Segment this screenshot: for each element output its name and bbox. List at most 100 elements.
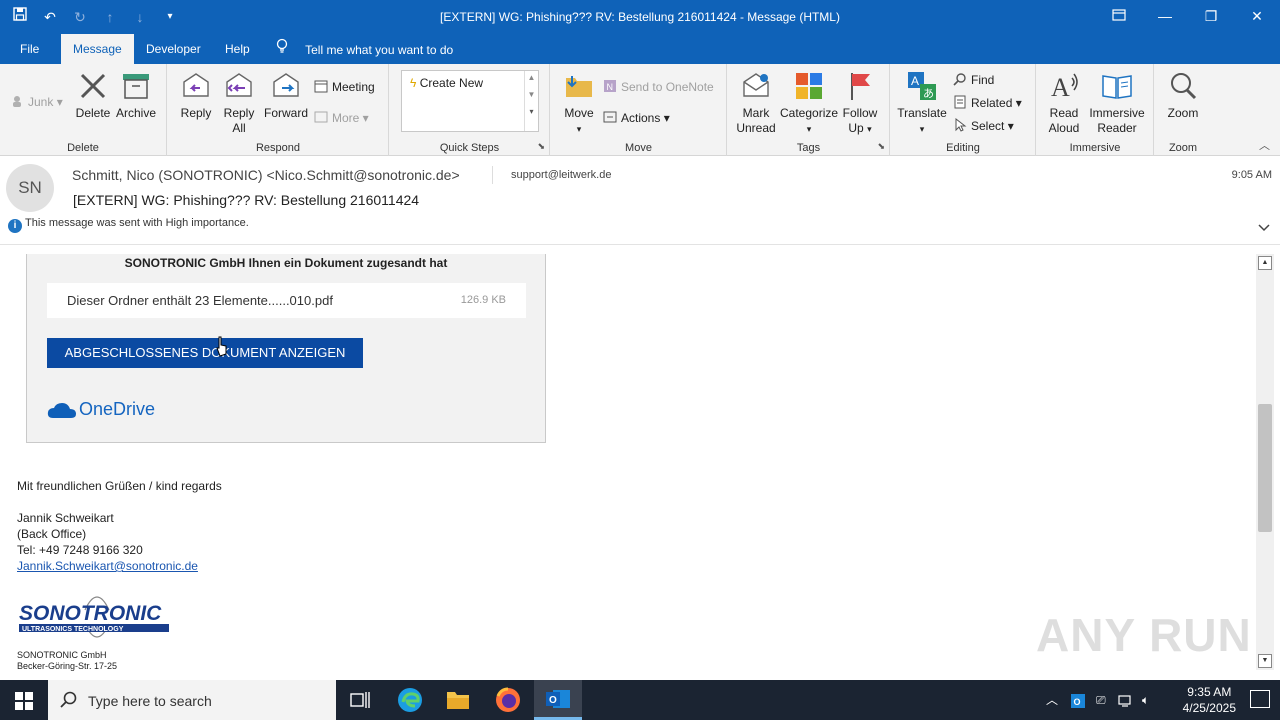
onenote-icon: N: [603, 79, 617, 93]
search-placeholder: Type here to search: [88, 693, 212, 709]
tray-outlook-icon[interactable]: O: [1070, 680, 1086, 720]
follow-up-button[interactable]: Follow Up ▾: [840, 70, 880, 137]
recipient[interactable]: support@leitwerk.de: [511, 169, 611, 181]
junk-button[interactable]: Junk ▾: [10, 94, 63, 109]
respond-group-label: Respond: [255, 142, 301, 154]
subject: [EXTERN] WG: Phishing??? RV: Bestellung …: [73, 192, 420, 208]
signature-role: (Back Office): [17, 527, 87, 541]
folder-icon: [447, 692, 469, 709]
delete-icon: [80, 73, 106, 99]
tags-group: Mark Unread Categorize ▾ Follow Up ▾ ⬊ Tags: [728, 64, 890, 156]
tray-device-icon[interactable]: ⎚: [1096, 680, 1106, 720]
quick-steps-gallery[interactable]: ϟ Create New ▲ ▼ ▾: [401, 70, 539, 132]
tell-me-box[interactable]: Tell me what you want to do: [276, 34, 453, 64]
network-icon[interactable]: [1118, 680, 1134, 720]
categorize-button[interactable]: Categorize ▾: [780, 70, 838, 137]
taskbar-file-explorer[interactable]: [434, 680, 482, 720]
message-header: SN Schmitt, Nico (SONOTRONIC) <Nico.Schm…: [0, 157, 1280, 245]
taskbar-firefox[interactable]: [484, 680, 532, 720]
mark-unread-icon: [743, 73, 769, 97]
flag-icon: [851, 73, 870, 100]
window-controls: — ❐ ✕: [1096, 0, 1280, 34]
sender[interactable]: Schmitt, Nico (SONOTRONIC) <Nico.Schmitt…: [72, 167, 460, 183]
expand-header-icon[interactable]: [1258, 221, 1270, 235]
quick-steps-group-label: Quick Steps: [439, 142, 500, 154]
notification-center-icon[interactable]: [1250, 690, 1270, 708]
scroll-thumb[interactable]: [1258, 404, 1272, 532]
move-button[interactable]: Move ▾: [561, 70, 597, 137]
title-bar: ↶ ↻ ↑ ↓ ▾ [EXTERN] WG: Phishing??? RV: B…: [0, 0, 1280, 34]
actions-button[interactable]: Actions ▾: [603, 110, 670, 125]
sonotronic-logo: SONOTRONIC ULTRASONICS TECHNOLOGY: [19, 596, 169, 638]
send-to-onenote-button[interactable]: N Send to OneNote: [603, 79, 714, 94]
select-button[interactable]: Select ▾: [953, 117, 1014, 133]
show-hidden-icons[interactable]: ︿: [1046, 680, 1058, 720]
immersive-reader-button[interactable]: Immersive Reader: [1087, 70, 1147, 136]
delete-button[interactable]: Delete: [74, 70, 112, 121]
zoom-button[interactable]: Zoom: [1163, 70, 1203, 121]
scroll-up-icon[interactable]: ▲: [1258, 256, 1272, 270]
forward-icon: [273, 73, 299, 97]
collapse-ribbon-icon[interactable]: ︿: [1259, 137, 1270, 153]
restore-icon[interactable]: ❐: [1188, 0, 1234, 34]
tab-message[interactable]: Message: [61, 34, 134, 64]
signature-phone: Tel: +49 7248 9166 320: [17, 543, 143, 557]
view-document-button[interactable]: ABGESCHLOSSENES DOKUMENT ANZEIGEN: [47, 338, 363, 368]
header-separator: [492, 166, 493, 184]
taskbar-clock[interactable]: 9:35 AM 4/25/2025: [1183, 684, 1236, 716]
zoom-group: Zoom Zoom: [1155, 64, 1211, 156]
company-name: SONOTRONIC GmbH: [17, 650, 107, 660]
ribbon: Junk ▾ Delete Archive Delete Reply Reply…: [0, 64, 1280, 156]
ribbon-display-options-icon[interactable]: [1096, 0, 1142, 34]
taskbar-search-box[interactable]: Type here to search: [48, 680, 336, 720]
read-aloud-icon: A: [1051, 73, 1078, 102]
immersive-group-label: Immersive: [1069, 142, 1121, 154]
reply-all-button[interactable]: Reply All: [220, 70, 258, 136]
task-view-button[interactable]: [336, 680, 384, 720]
tags-group-label: Tags: [796, 142, 821, 154]
immersive-group: A Read Aloud Immersive Reader Immersive: [1037, 64, 1154, 156]
signature-email-link[interactable]: Jannik.Schweikart@sonotronic.de: [17, 559, 198, 573]
shared-file-name: Dieser Ordner enthält 23 Elemente......0…: [67, 293, 333, 308]
search-icon: [60, 691, 77, 708]
close-icon[interactable]: ✕: [1234, 0, 1280, 34]
translate-icon: Aあ: [908, 72, 936, 100]
shared-file-row[interactable]: Dieser Ordner enthält 23 Elemente......0…: [47, 283, 526, 318]
quick-steps-scroll[interactable]: ▲ ▼ ▾: [524, 71, 538, 131]
delete-group: Junk ▾ Delete Archive Delete: [0, 64, 167, 156]
svg-text:A: A: [911, 74, 919, 88]
minimize-icon[interactable]: —: [1142, 0, 1188, 34]
taskbar-edge[interactable]: [386, 680, 434, 720]
find-icon: [953, 72, 967, 86]
read-aloud-button[interactable]: A Read Aloud: [1043, 70, 1085, 136]
mark-unread-button[interactable]: Mark Unread: [736, 70, 776, 136]
related-button[interactable]: Related ▾: [953, 95, 1022, 110]
dialog-launcher-icon[interactable]: ⬊: [537, 141, 545, 152]
tab-file[interactable]: File: [8, 34, 51, 64]
taskbar-outlook[interactable]: O: [534, 680, 582, 720]
volume-icon[interactable]: 🔈︎: [1142, 680, 1149, 720]
reply-icon: [183, 73, 209, 97]
archive-button[interactable]: Archive: [114, 70, 158, 121]
find-button[interactable]: Find: [953, 72, 994, 87]
windows-start-button[interactable]: [0, 680, 48, 720]
junk-icon: [10, 94, 24, 108]
tab-help[interactable]: Help: [213, 34, 262, 64]
body-scrollbar[interactable]: ▲ ▼: [1256, 254, 1274, 670]
signature-name: Jannik Schweikart: [17, 511, 114, 525]
greeting: Mit freundlichen Grüßen / kind regards: [17, 479, 222, 493]
phishing-share-card: SONOTRONIC GmbH Ihnen ein Dokument zuges…: [26, 254, 546, 443]
magnifier-icon: [1171, 73, 1197, 100]
respond-group: Reply Reply All Forward Meeting More ▾ Re…: [168, 64, 389, 156]
scroll-down-icon[interactable]: ▼: [1258, 654, 1272, 668]
clock-time: 9:35 AM: [1187, 685, 1232, 699]
tab-developer[interactable]: Developer: [134, 34, 213, 64]
translate-button[interactable]: Aあ Translate ▾: [897, 70, 947, 137]
forward-button[interactable]: Forward: [262, 70, 310, 121]
more-respond-button[interactable]: More ▾: [314, 110, 369, 125]
reply-button[interactable]: Reply: [176, 70, 216, 121]
related-icon: [953, 95, 967, 109]
meeting-button[interactable]: Meeting: [314, 79, 375, 94]
create-new-quick-step[interactable]: ϟ Create New: [410, 76, 483, 90]
meeting-icon: [314, 79, 328, 93]
